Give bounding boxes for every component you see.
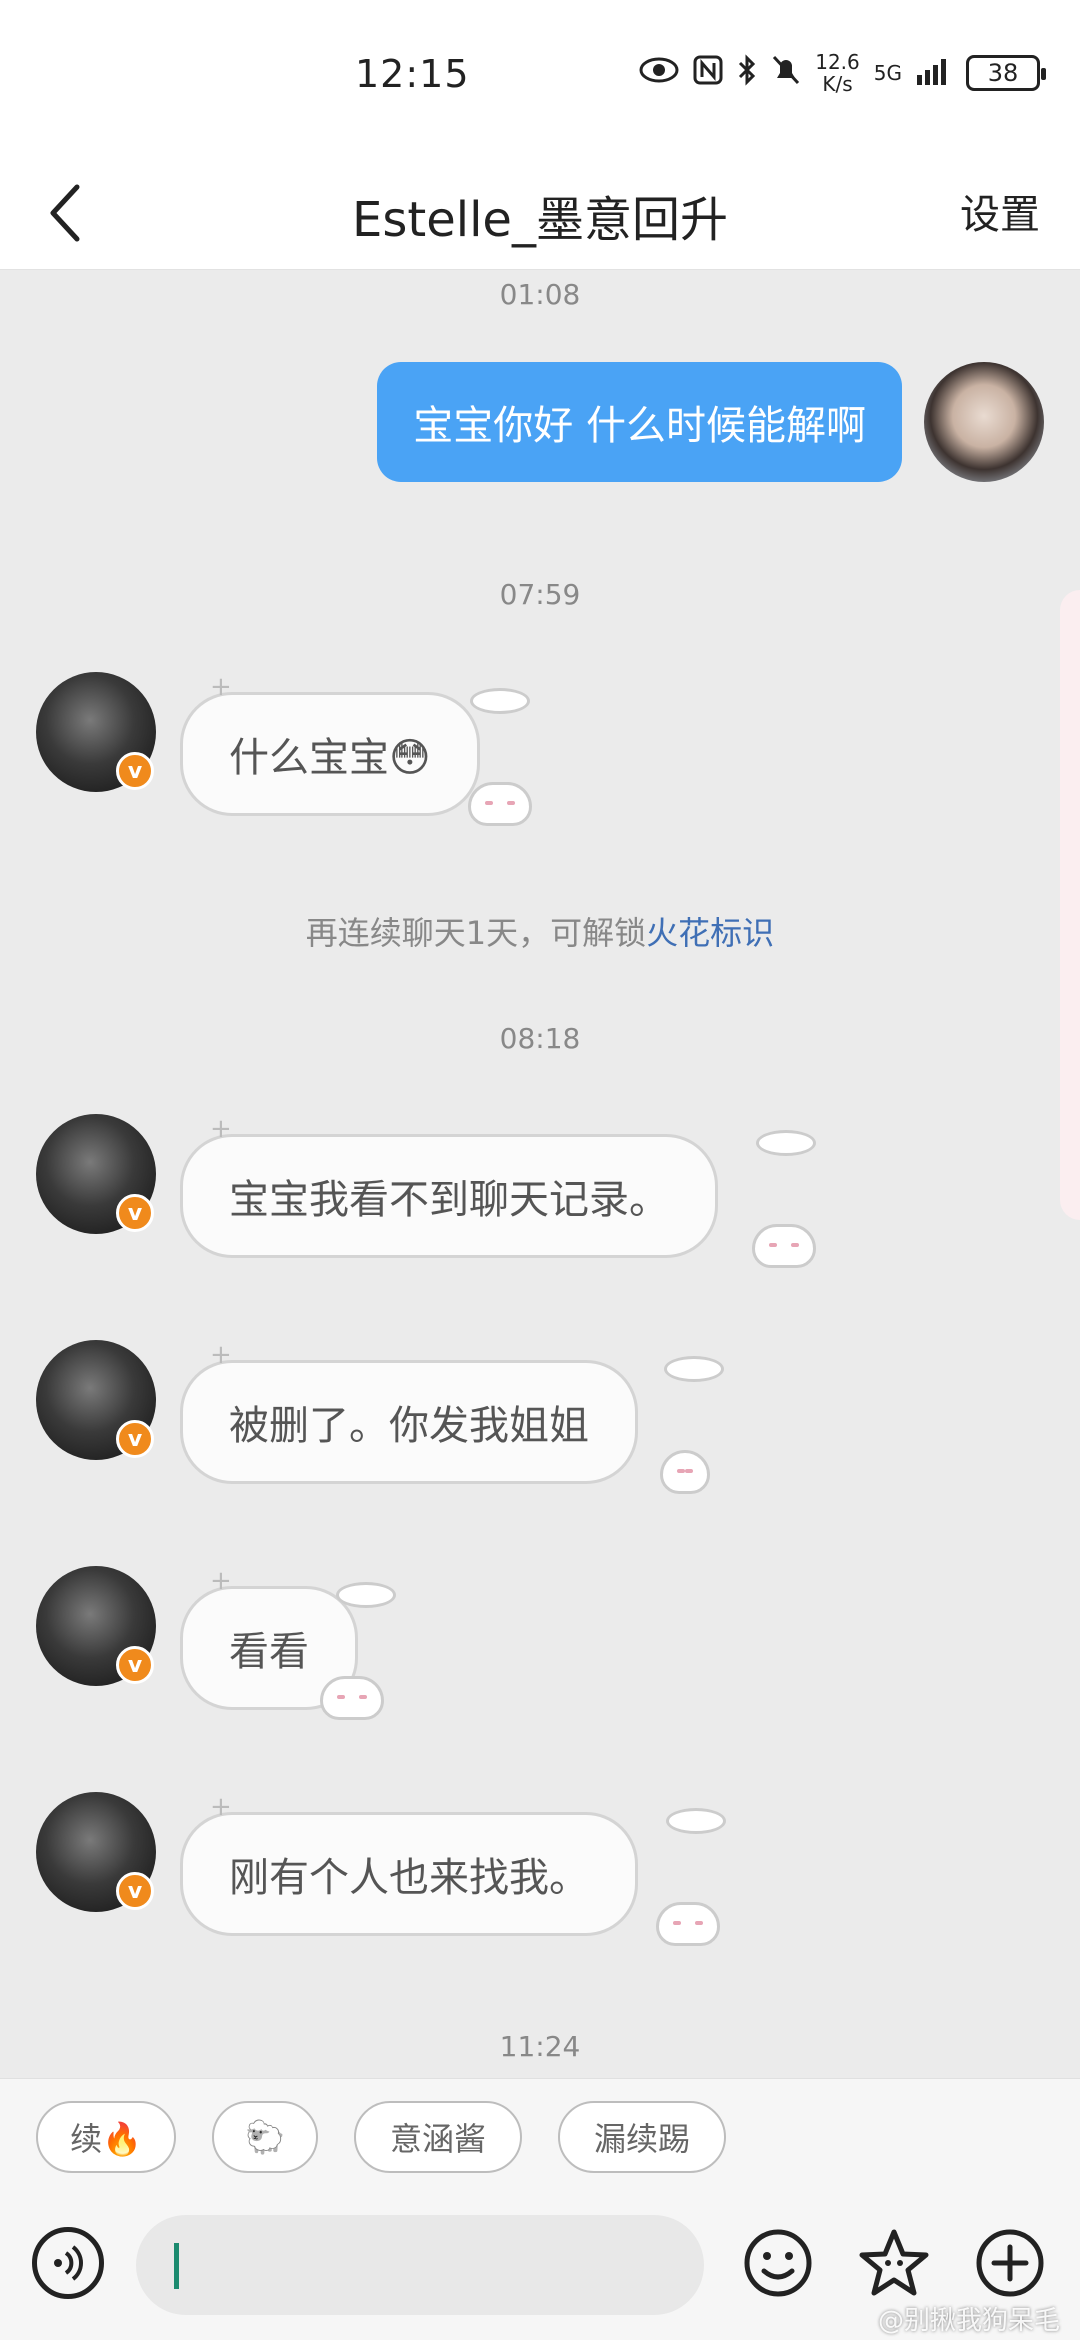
network-speed-unit: K/s	[822, 72, 853, 96]
chevron-left-icon	[50, 184, 80, 242]
voice-wave-icon	[54, 2245, 83, 2281]
plus-circle-icon	[976, 2229, 1044, 2297]
message-timestamp: 01:08	[499, 278, 581, 311]
battery-level: 38	[987, 59, 1019, 87]
more-button[interactable]	[974, 2227, 1046, 2299]
verified-badge: v	[116, 752, 154, 790]
verified-badge: v	[116, 1420, 154, 1458]
halo-decoration	[336, 1582, 396, 1608]
sparkle-decoration: +	[210, 1566, 232, 1596]
mute-bell-icon	[771, 54, 801, 93]
quick-reply-chip[interactable]: 🐑	[212, 2101, 318, 2173]
cat-decoration	[752, 1224, 816, 1268]
halo-decoration	[666, 1808, 726, 1834]
bluetooth-icon	[737, 53, 757, 93]
settings-button[interactable]: 设置	[960, 182, 1040, 240]
network-speed: 12.6 K/s	[815, 51, 860, 95]
cat-decoration	[468, 782, 532, 826]
cat-decoration	[656, 1902, 720, 1946]
status-bar: 12:15 12.6 K/s 5G 38	[0, 0, 1080, 160]
quick-reply-chip[interactable]: 续🔥	[36, 2101, 176, 2173]
message-input[interactable]	[136, 2215, 704, 2315]
outgoing-message-bubble[interactable]: 宝宝你好 什么时候能解啊	[377, 362, 902, 482]
spark-badge-link[interactable]: 火花标识	[646, 914, 774, 952]
status-icons: 12.6 K/s 5G 38	[639, 48, 1046, 98]
chat-title: Estelle_墨意回升	[352, 192, 728, 248]
side-panel-edge	[1060, 590, 1080, 1220]
cat-decoration	[320, 1676, 384, 1720]
star-face-icon	[859, 2229, 929, 2296]
message-timestamp: 07:59	[499, 578, 581, 611]
nfc-icon	[693, 55, 723, 92]
incoming-message-bubble[interactable]: 刚有个人也来找我。	[180, 1812, 638, 1936]
incoming-message-bubble[interactable]: 被删了。你发我姐姐	[180, 1360, 638, 1484]
text-caret	[174, 2243, 179, 2289]
verified-badge: v	[116, 1194, 154, 1232]
quick-reply-chip[interactable]: 意涵酱	[354, 2101, 522, 2173]
chat-header: Estelle_墨意回升 设置	[0, 160, 1080, 270]
eye-icon	[639, 57, 679, 90]
voice-button[interactable]	[32, 2227, 104, 2299]
verified-badge: v	[116, 1872, 154, 1910]
smiley-icon	[744, 2229, 812, 2297]
signal-icon	[916, 55, 952, 92]
incoming-message-bubble[interactable]: 什么宝宝😳	[180, 692, 480, 816]
self-avatar[interactable]	[924, 362, 1044, 482]
status-time: 12:15	[355, 52, 470, 96]
sparkle-decoration: +	[210, 672, 232, 702]
battery-icon: 38	[966, 55, 1046, 91]
system-notice: 再连续聊天1天，可解锁火花标识	[0, 908, 1080, 954]
sparkle-decoration: +	[210, 1114, 232, 1144]
quick-reply-chip[interactable]: 漏续踢	[558, 2101, 726, 2173]
sticker-button[interactable]	[858, 2227, 930, 2299]
system-notice-text: 再连续聊天1天，可解锁	[305, 914, 647, 952]
sparkle-decoration: +	[210, 1340, 232, 1370]
halo-decoration	[470, 688, 530, 714]
sparkle-decoration: +	[210, 1792, 232, 1822]
network-speed-value: 12.6	[815, 50, 860, 74]
watermark: @别揪我狗呆毛	[877, 2306, 1060, 2336]
back-button[interactable]	[30, 178, 100, 248]
emoji-button[interactable]	[742, 2227, 814, 2299]
message-timestamp: 08:18	[499, 1022, 581, 1055]
verified-badge: v	[116, 1646, 154, 1684]
message-timestamp: 11:24	[499, 2030, 581, 2063]
halo-decoration	[756, 1130, 816, 1156]
incoming-message-bubble[interactable]: 宝宝我看不到聊天记录。	[180, 1134, 718, 1258]
book-decoration	[660, 1450, 710, 1494]
network-type: 5G	[873, 61, 902, 85]
halo-decoration	[664, 1356, 724, 1382]
